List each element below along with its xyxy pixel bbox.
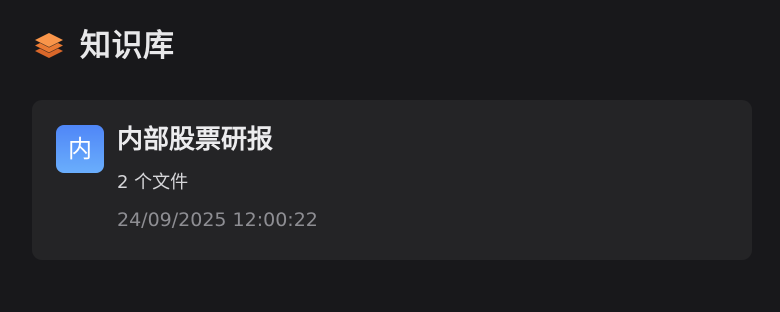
- page-header: 知识库: [32, 26, 175, 66]
- knowledge-base-avatar: 内: [56, 125, 104, 173]
- knowledge-base-name: 内部股票研报: [117, 125, 274, 155]
- page-title: 知识库: [80, 28, 175, 64]
- knowledge-base-card[interactable]: 内 内部股票研报 2 个文件 24/09/2025 12:00:22: [32, 100, 752, 260]
- knowledge-base-timestamp: 24/09/2025 12:00:22: [117, 209, 318, 231]
- knowledge-base-avatar-letter: 内: [68, 135, 92, 163]
- knowledge-base-page: 知识库 内 内部股票研报 2 个文件 24/09/2025 12:00:22: [0, 0, 780, 312]
- layers-icon: [32, 29, 66, 63]
- knowledge-base-file-count: 2 个文件: [117, 172, 189, 193]
